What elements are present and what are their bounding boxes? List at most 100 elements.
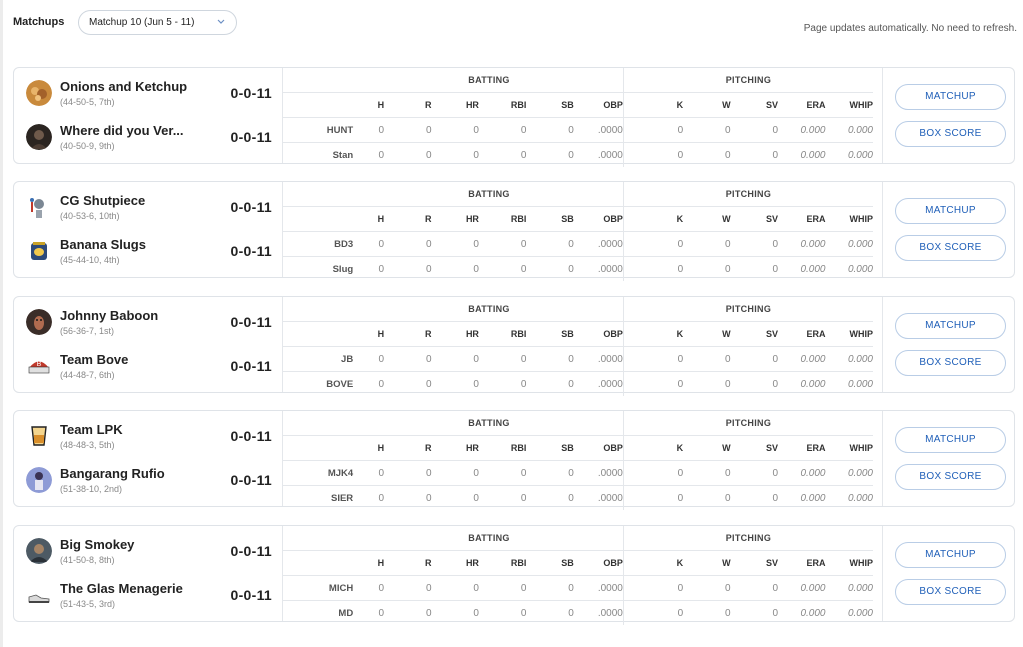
matchup-card: CG Shutpiece (40-53-6, 10th) 0-0-11 Bana…	[13, 181, 1015, 281]
pitching-col-header: ERA	[778, 321, 826, 347]
pitching-col-header: ERA	[778, 435, 826, 461]
pitching-col-header: W	[683, 321, 731, 347]
matchup-button[interactable]: MATCHUP	[895, 198, 1006, 224]
team-row[interactable]: Onions and Ketchup (44-50-5, 7th) 0-0-11	[14, 70, 282, 114]
team-row[interactable]: B Team Bove (44-48-7, 6th) 0-0-11	[14, 343, 282, 387]
team-row[interactable]: Big Smokey (41-50-8, 8th) 0-0-11	[14, 528, 282, 572]
slug-icon	[26, 238, 52, 264]
batting-col-header: RBI	[478, 321, 527, 347]
pitching-header: PITCHING	[622, 68, 873, 93]
team-abbr: Slug	[283, 256, 356, 281]
smokey-icon	[26, 538, 52, 564]
team-abbr: HUNT	[283, 117, 356, 143]
team-name[interactable]: Big Smokey	[60, 537, 134, 552]
matchup-card: Johnny Baboon (56-36-7, 1st) 0-0-11 B Te…	[13, 296, 1015, 396]
stat-row: MICH 0 0 0 0 0.0000 0 0 0 0.000 0.000	[283, 575, 873, 601]
stat-value: 0	[730, 371, 779, 396]
stat-value: 0	[730, 485, 779, 510]
matchup-actions: MATCHUP BOX SCORE	[882, 182, 1015, 277]
pitching-col-header: SV	[730, 435, 779, 461]
batting-col-header: SB	[526, 92, 574, 118]
team-name[interactable]: Team LPK	[60, 422, 123, 437]
matchup-button[interactable]: MATCHUP	[895, 427, 1006, 453]
team-abbr: MICH	[283, 575, 356, 601]
matchup-button[interactable]: MATCHUP	[895, 84, 1006, 110]
batting-col-header: R	[384, 206, 432, 232]
pitching-col-header: WHIP	[825, 92, 873, 118]
team-name[interactable]: Team Bove	[60, 352, 128, 367]
stat-value: 0	[431, 371, 479, 396]
matchups-header: Matchups Matchup 10 (Jun 5 - 11) Page up…	[13, 0, 1017, 45]
matchup-button[interactable]: MATCHUP	[895, 313, 1006, 339]
stat-value: 0.000	[778, 142, 826, 167]
stat-value: .0000	[573, 256, 624, 281]
team-name[interactable]: Where did you Ver...	[60, 123, 184, 138]
team-score: 0-0-11	[230, 472, 272, 488]
team-row[interactable]: Team LPK (48-48-3, 5th) 0-0-11	[14, 413, 282, 457]
team-row[interactable]: Bangarang Rufio (51-38-10, 2nd) 0-0-11	[14, 457, 282, 501]
stat-value: 0.000	[778, 346, 826, 372]
batting-col-header: R	[384, 321, 432, 347]
team-record: (45-44-10, 4th)	[60, 255, 120, 265]
stat-value: 0.000	[778, 231, 826, 257]
team-name[interactable]: Onions and Ketchup	[60, 79, 187, 94]
matchup-card: Big Smokey (41-50-8, 8th) 0-0-11 The Gla…	[13, 525, 1015, 625]
matchup-teams: Big Smokey (41-50-8, 8th) 0-0-11 The Gla…	[14, 526, 282, 621]
box-score-button[interactable]: BOX SCORE	[895, 121, 1006, 147]
box-score-button[interactable]: BOX SCORE	[895, 235, 1006, 261]
stat-value: 0	[355, 485, 385, 510]
batting-col-header: H	[355, 92, 385, 118]
team-score: 0-0-11	[230, 587, 272, 603]
stat-value: 0	[431, 346, 479, 372]
matchups-label: Matchups	[13, 16, 65, 28]
trophy-icon	[26, 194, 52, 220]
team-name[interactable]: Johnny Baboon	[60, 308, 158, 323]
pitching-col-header: ERA	[778, 550, 826, 576]
team-score: 0-0-11	[230, 428, 272, 444]
stat-value: 0	[730, 600, 779, 625]
stat-value: 0	[431, 600, 479, 625]
batting-col-header: SB	[526, 435, 574, 461]
stat-value: 0	[622, 142, 684, 167]
team-name[interactable]: CG Shutpiece	[60, 193, 145, 208]
box-score-button[interactable]: BOX SCORE	[895, 464, 1006, 490]
stat-value: 0.000	[825, 142, 873, 167]
matchup-actions: MATCHUP BOX SCORE	[882, 411, 1015, 506]
stat-value: 0	[431, 142, 479, 167]
pitching-col-header: K	[622, 435, 684, 461]
batting-col-header: HR	[431, 550, 479, 576]
stat-value: 0	[526, 600, 574, 625]
matchup-button[interactable]: MATCHUP	[895, 542, 1006, 568]
batting-header: BATTING	[355, 297, 624, 322]
team-score: 0-0-11	[230, 199, 272, 215]
stat-value: 0	[478, 460, 527, 486]
team-row[interactable]: Where did you Ver... (40-50-9, 9th) 0-0-…	[14, 114, 282, 158]
team-name[interactable]: Bangarang Rufio	[60, 466, 165, 481]
team-name[interactable]: The Glas Menagerie	[60, 581, 183, 596]
box-score-button[interactable]: BOX SCORE	[895, 350, 1006, 376]
pitching-col-header: W	[683, 92, 731, 118]
team-name[interactable]: Banana Slugs	[60, 237, 146, 252]
batting-col-header: H	[355, 550, 385, 576]
stat-value: 0	[431, 575, 479, 601]
week-select[interactable]: Matchup 10 (Jun 5 - 11)	[78, 10, 237, 35]
team-row[interactable]: CG Shutpiece (40-53-6, 10th) 0-0-11	[14, 184, 282, 228]
stat-value: 0	[730, 231, 779, 257]
stat-value: .0000	[573, 117, 624, 143]
team-row[interactable]: Banana Slugs (45-44-10, 4th) 0-0-11	[14, 228, 282, 272]
stat-value: 0.000	[778, 485, 826, 510]
team-row[interactable]: The Glas Menagerie (51-43-5, 3rd) 0-0-11	[14, 572, 282, 616]
stat-value: 0	[730, 142, 779, 167]
stat-value: 0.000	[825, 600, 873, 625]
stats-table: BATTING PITCHING H R HR RBI SB OBP K W SV ERA WHIP…	[282, 411, 883, 510]
box-score-button[interactable]: BOX SCORE	[895, 579, 1006, 605]
batting-col-header: RBI	[478, 550, 527, 576]
batting-col-header: R	[384, 435, 432, 461]
team-row[interactable]: Johnny Baboon (56-36-7, 1st) 0-0-11	[14, 299, 282, 343]
pitching-col-header: K	[622, 92, 684, 118]
batting-col-header: R	[384, 92, 432, 118]
stat-value: 0	[526, 575, 574, 601]
pitching-header: PITCHING	[622, 411, 873, 436]
stat-value: 0	[526, 231, 574, 257]
drink-icon	[26, 423, 52, 449]
